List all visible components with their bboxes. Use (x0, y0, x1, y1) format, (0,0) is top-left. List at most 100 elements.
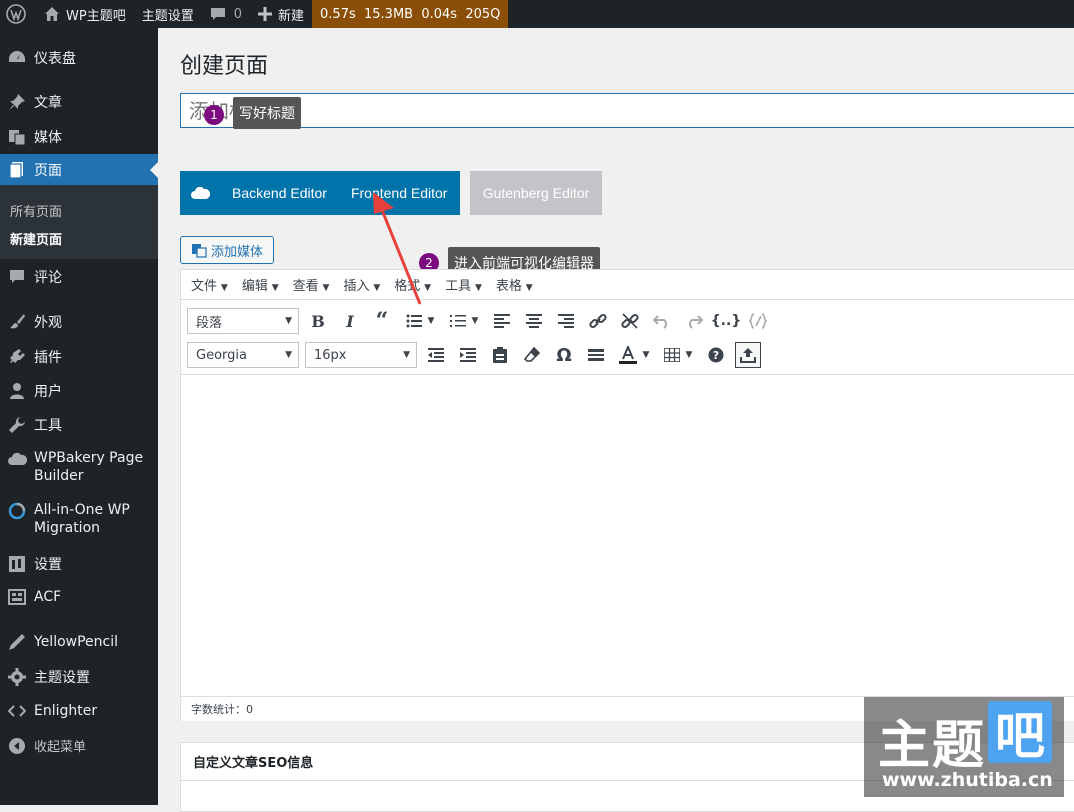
submenu-all-pages[interactable]: 所有页面 (10, 201, 62, 220)
sidebar-item-comments[interactable]: 评论 (0, 267, 158, 287)
sidebar-item-theme-settings[interactable]: 主题设置 (0, 667, 158, 687)
indent-button[interactable] (455, 342, 481, 368)
sidebar-item-tools[interactable]: 工具 (0, 415, 158, 435)
tip-1-badge: 1 (204, 105, 224, 125)
sidebar-item-appearance[interactable]: 外观 (0, 312, 158, 332)
menu-edit[interactable]: 编辑 ▼ (242, 275, 279, 294)
bullet-list-button[interactable]: ▼ (401, 308, 439, 334)
caret-down-icon: ▼ (319, 283, 330, 293)
gutenberg-editor-button[interactable]: Gutenberg Editor (470, 171, 602, 215)
bold-button[interactable]: B (305, 308, 331, 334)
sidebar-item-label: ACF (34, 589, 62, 605)
gear-icon (0, 668, 34, 686)
link-icon (589, 313, 607, 329)
svg-text:?: ? (713, 349, 719, 362)
help-button[interactable]: ? (703, 342, 729, 368)
comments-link[interactable]: 0 (202, 0, 250, 28)
menu-view[interactable]: 查看 ▼ (293, 275, 330, 294)
watermark-main-text: 主题 (878, 716, 987, 776)
sidebar-item-plugins[interactable]: 插件 (0, 347, 158, 367)
sidebar-item-wpbakery[interactable]: WPBakery Page Builder (0, 449, 158, 485)
sidebar-item-collapse[interactable]: 收起菜单 (0, 736, 158, 755)
wordpress-icon (6, 4, 26, 24)
special-character-button[interactable]: Ω (551, 342, 577, 368)
bullet-list-icon (406, 314, 422, 328)
code-edit-button[interactable] (745, 308, 771, 334)
query-monitor-stats[interactable]: 0.57s 15.3MB 0.04s 205Q (312, 0, 509, 28)
unlink-button[interactable] (617, 308, 643, 334)
paragraph-select[interactable]: 段落 ▼ (187, 308, 299, 334)
paste-text-button[interactable] (487, 342, 513, 368)
sidebar-item-pages[interactable]: 页面 (0, 154, 158, 186)
align-right-button[interactable] (553, 308, 579, 334)
paragraph-select-value: 段落 (196, 315, 223, 331)
code-insert-button[interactable]: {..} (711, 308, 742, 334)
menu-label: 编辑 (241, 279, 268, 294)
wp-logo-button[interactable] (0, 0, 36, 28)
submenu-new-page[interactable]: 新建页面 (10, 229, 62, 248)
add-media-button[interactable]: 添加媒体 (180, 236, 274, 264)
upload-button[interactable] (735, 342, 761, 368)
comment-icon (0, 268, 34, 286)
migration-icon (0, 501, 34, 520)
sidebar-item-posts[interactable]: 文章 (0, 92, 158, 112)
sidebar-item-settings[interactable]: 设置 (0, 554, 158, 574)
numbered-list-button[interactable]: ▼ (445, 308, 483, 334)
theme-settings-label: 主题设置 (141, 8, 194, 24)
table-button[interactable]: ▼ (659, 342, 697, 368)
theme-settings-link[interactable]: 主题设置 (134, 0, 202, 28)
pencil-icon (0, 633, 34, 651)
backend-editor-button[interactable]: Backend Editor (220, 185, 339, 201)
wpbakery-logo-icon (180, 185, 220, 201)
blockquote-button[interactable]: “ (369, 308, 395, 334)
user-icon (0, 382, 34, 400)
classic-editor: 文件 ▼ 编辑 ▼ 查看 ▼ 插入 ▼ 格式 ▼ 工具 ▼ 表格 ▼ 段落 ▼ B… (180, 269, 1074, 721)
page-title: 创建页面 (180, 54, 269, 79)
comment-icon (210, 8, 225, 20)
font-family-select[interactable]: Georgia ▼ (187, 342, 299, 368)
perf-stats: 0.57s 15.3MB 0.04s 205Q (320, 6, 501, 22)
sidebar-item-label: 收起菜单 (34, 740, 87, 755)
align-left-icon (494, 314, 510, 328)
clear-formatting-button[interactable] (519, 342, 545, 368)
sidebar-item-media[interactable]: 媒体 (0, 127, 158, 147)
sidebar-item-yellowpencil[interactable]: YellowPencil (0, 633, 158, 651)
menu-tools[interactable]: 工具 ▼ (445, 275, 482, 294)
caret-down-icon: ▼ (472, 283, 482, 293)
new-content-link[interactable]: 新建 (250, 0, 312, 28)
align-right-icon (558, 314, 574, 328)
sidebar-item-label: 仪表盘 (34, 51, 76, 67)
redo-button[interactable] (681, 308, 707, 334)
caret-down-icon: ▼ (471, 316, 479, 326)
sidebar-item-acf[interactable]: ACF (0, 588, 158, 606)
sidebar-item-enlighter[interactable]: Enlighter (0, 702, 158, 720)
watermark-ba-text: 吧 (988, 701, 1052, 765)
outdent-button[interactable] (423, 342, 449, 368)
italic-button[interactable]: I (337, 308, 363, 334)
site-name-link[interactable]: WP主题吧 (36, 0, 134, 28)
admin-bar: WP主题吧 主题设置 0 新建 0.57s 15.3MB 0.04s 205Q (0, 0, 1074, 28)
title-input[interactable] (180, 93, 1074, 128)
sidebar-item-migration[interactable]: All-in-One WP Migration (0, 501, 158, 537)
code-edit-icon (749, 313, 767, 329)
align-center-button[interactable] (521, 308, 547, 334)
text-color-button[interactable]: ▼ (615, 342, 653, 368)
word-count: 字数统计：0 (191, 703, 253, 716)
font-size-select[interactable]: 16px ▼ (305, 342, 417, 368)
link-button[interactable] (585, 308, 611, 334)
sidebar-item-users[interactable]: 用户 (0, 381, 158, 401)
undo-button[interactable] (649, 308, 675, 334)
editor-content-area[interactable] (181, 375, 1074, 696)
menu-table[interactable]: 表格 ▼ (496, 275, 533, 294)
menu-file[interactable]: 文件 ▼ (191, 275, 228, 294)
sidebar-item-dashboard[interactable]: 仪表盘 (0, 48, 158, 68)
horizontal-line-icon (588, 349, 604, 361)
horizontal-line-button[interactable] (583, 342, 609, 368)
text-color-icon (618, 346, 637, 364)
cloud-icon (0, 449, 34, 467)
help-icon: ? (708, 347, 724, 363)
tip-1: 写好标题 (233, 97, 301, 129)
menu-label: 工具 (445, 279, 472, 294)
align-left-button[interactable] (489, 308, 515, 334)
sidebar-item-label: 文章 (34, 95, 62, 111)
